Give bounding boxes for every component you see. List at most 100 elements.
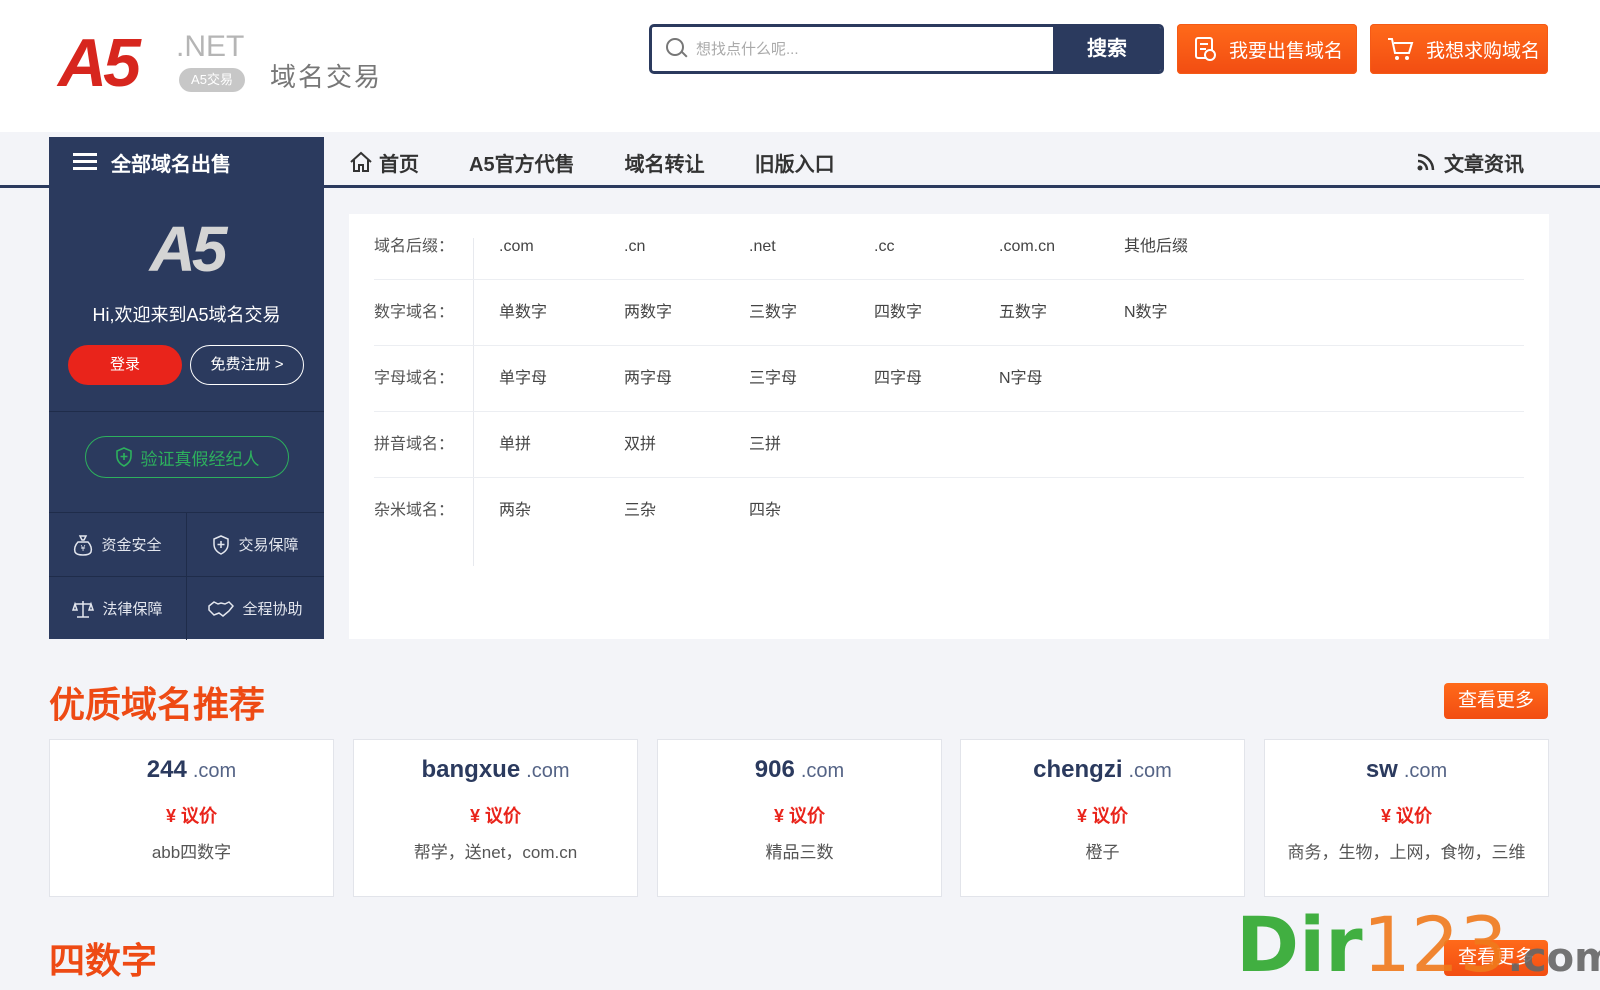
domain-price: ¥ 议价 [469, 806, 521, 826]
search-button[interactable]: 搜索 [1053, 27, 1161, 71]
svg-text:¥: ¥ [81, 544, 86, 553]
nav-old-version-label: 旧版入口 [754, 153, 835, 176]
home-icon [350, 151, 372, 172]
search-input[interactable] [696, 27, 1053, 71]
category-link[interactable]: 四数字 [874, 280, 922, 346]
verify-broker-button[interactable]: 验证真假经纪人 [85, 436, 289, 478]
domain-description: 帮学，送net，com.cn [413, 843, 578, 862]
nav-home[interactable]: 首页 [349, 148, 419, 177]
category-link[interactable]: 三字母 [749, 346, 797, 412]
main-nav: 首页 A5官方代售 域名转让 旧版入口 [349, 137, 885, 187]
nav-articles[interactable]: 文章资讯 [1416, 137, 1524, 187]
verify-broker-label: 验证真假经纪人 [140, 449, 260, 469]
category-label: 拼音域名： [374, 436, 455, 453]
feature-full-assist[interactable]: 全程协助 [187, 577, 324, 640]
category-row-mixed: 杂米域名： 两杂 三杂 四杂 [374, 478, 1524, 544]
category-label: 数字域名： [374, 304, 455, 321]
category-link[interactable]: .net [749, 214, 776, 280]
feature-trade-guarantee[interactable]: 交易保障 [187, 513, 324, 576]
domain-tld: .com [800, 760, 845, 782]
category-link[interactable]: 三拼 [749, 412, 781, 478]
rss-icon [1417, 153, 1435, 171]
category-link[interactable]: 双拼 [624, 412, 656, 478]
domain-tld: .com [1128, 760, 1172, 782]
watermark-part2: 123 [1362, 900, 1508, 989]
sidebar-logo: A5 [149, 213, 228, 285]
category-link[interactable]: .com.cn [999, 214, 1055, 280]
category-row-numeric: 数字域名： 单数字 两数字 三数字 四数字 五数字 N数字 [374, 280, 1524, 346]
category-link[interactable]: 三数字 [749, 280, 797, 346]
category-label: 字母域名： [374, 370, 455, 387]
category-link[interactable]: 四字母 [874, 346, 922, 412]
all-categories-label: 全部域名出售 [111, 153, 231, 176]
category-link[interactable]: 五数字 [999, 280, 1047, 346]
shield-plus-icon [213, 534, 230, 555]
category-link[interactable]: .cn [624, 214, 645, 280]
nav-a5-official-label: A5官方代售 [469, 153, 575, 176]
category-link[interactable]: N字母 [999, 346, 1043, 412]
domain-price: ¥ 议价 [1076, 806, 1128, 826]
category-label: 杂米域名： [374, 502, 455, 519]
domain-label: chengzi [1033, 756, 1123, 783]
category-link[interactable]: 单字母 [499, 346, 547, 412]
register-button[interactable]: 免费注册 > [190, 345, 304, 385]
watermark-part1: Dir [1236, 900, 1363, 989]
nav-domain-transfer-label: 域名转让 [624, 153, 705, 176]
welcome-text: Hi,欢迎来到A5域名交易 [92, 305, 281, 325]
nav-domain-transfer[interactable]: 域名转让 [625, 148, 705, 177]
domain-card[interactable]: bangxue .com ¥ 议价 帮学，送net，com.cn [353, 739, 638, 897]
nav-a5-official[interactable]: A5官方代售 [469, 148, 575, 177]
domain-description: 商务，生物，上网，食物，三维 [1287, 843, 1526, 862]
login-button[interactable]: 登录 [68, 345, 182, 385]
category-link[interactable]: N数字 [1124, 280, 1168, 346]
handshake-icon [208, 600, 235, 617]
domain-description: 橙子 [1085, 843, 1120, 862]
watermark-part3: .com [1507, 935, 1600, 981]
feature-legal-guarantee-label: 法律保障 [102, 601, 163, 618]
cart-icon [1388, 38, 1414, 60]
domain-description: 精品三数 [765, 843, 834, 862]
category-row-suffix: 域名后缀： .com .cn .net .cc .com.cn 其他后缀 [374, 214, 1524, 280]
category-link[interactable]: .com [499, 214, 534, 280]
nav-home-label: 首页 [379, 153, 419, 176]
document-icon [1195, 37, 1216, 61]
domain-tld: .com [526, 760, 570, 782]
search-box: 搜索 [649, 24, 1164, 74]
nav-old-version[interactable]: 旧版入口 [755, 148, 835, 177]
category-link[interactable]: 单拼 [499, 412, 531, 478]
domain-category-panel: 域名后缀： .com .cn .net .cc .com.cn 其他后缀 数字域… [349, 214, 1549, 639]
category-link[interactable]: 两字母 [624, 346, 672, 412]
category-row-letter: 字母域名： 单字母 两字母 三字母 四字母 N字母 [374, 346, 1524, 412]
feature-fund-safety[interactable]: ¥ 资金安全 [49, 513, 186, 576]
domain-description: abb四数字 [151, 843, 232, 862]
site-logo[interactable]: A5 .NET A5交易 域名交易 [58, 28, 398, 98]
buy-domain-button[interactable]: 我想求购域名 [1370, 24, 1548, 74]
feature-full-assist-label: 全程协助 [242, 601, 303, 618]
category-link[interactable]: 三杂 [624, 478, 656, 544]
watermark: Dir123.com [1236, 905, 1600, 990]
user-sidebar: A5 Hi,欢迎来到A5域名交易 登录 免费注册 > 验证真假经纪人 ¥ 资金安… [49, 188, 324, 640]
category-link[interactable]: 四杂 [749, 478, 781, 544]
featured-section-title: 优质域名推荐 [49, 684, 266, 725]
domain-name: sw .com [1265, 756, 1548, 784]
feature-legal-guarantee[interactable]: 法律保障 [49, 577, 186, 640]
category-link[interactable]: 单数字 [499, 280, 547, 346]
category-link[interactable]: 两数字 [624, 280, 672, 346]
category-link[interactable]: 两杂 [499, 478, 531, 544]
domain-card[interactable]: chengzi .com ¥ 议价 橙子 [960, 739, 1245, 897]
domain-price: ¥ 议价 [773, 806, 825, 826]
category-link[interactable]: .cc [874, 214, 894, 280]
domain-card[interactable]: sw .com ¥ 议价 商务，生物，上网，食物，三维 [1264, 739, 1549, 897]
menu-icon [73, 153, 97, 171]
featured-more-button[interactable]: 查看更多 [1444, 683, 1548, 719]
category-link[interactable]: 其他后缀 [1124, 214, 1188, 280]
domain-card[interactable]: 906 .com ¥ 议价 精品三数 [657, 739, 942, 897]
all-categories-menu[interactable]: 全部域名出售 [49, 137, 324, 187]
domain-label: 906 [754, 756, 795, 783]
domain-name: 906 .com [658, 756, 941, 784]
feature-trade-guarantee-label: 交易保障 [238, 537, 299, 554]
sell-domain-button[interactable]: 我要出售域名 [1177, 24, 1357, 74]
domain-card[interactable]: 244 .com ¥ 议价 abb四数字 [49, 739, 334, 897]
guarantee-grid: ¥ 资金安全 交易保障 法律保障 全程协助 [49, 512, 324, 640]
domain-label: sw [1365, 756, 1398, 783]
